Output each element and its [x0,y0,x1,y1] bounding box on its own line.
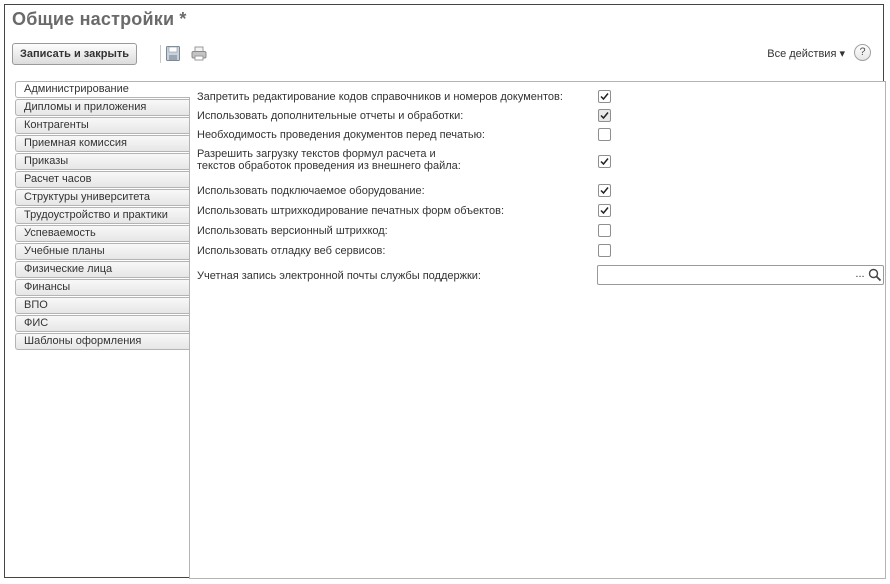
setting-label-barcoding: Использовать штрихкодирование печатных ф… [197,205,505,217]
help-icon[interactable]: ? [854,44,871,61]
setting-label-load-formulas-line1: Разрешить загрузку текстов формул расчет… [197,148,436,160]
tab-counterparties[interactable]: Контрагенты [15,117,189,134]
settings-tabs: Администрирование Дипломы и приложения К… [15,81,190,351]
checkbox-web-service-debug[interactable] [598,244,611,257]
save-disk-icon[interactable] [166,46,180,61]
checkbox-post-before-print[interactable] [598,128,611,141]
tab-diplomas[interactable]: Дипломы и приложения [15,99,189,116]
tab-finance[interactable]: Финансы [15,279,189,296]
checkbox-barcoding[interactable] [598,204,611,217]
checkbox-additional-reports[interactable] [598,109,611,122]
support-email-label: Учетная запись электронной почты службы … [197,270,481,282]
tab-fis[interactable]: ФИС [15,315,189,332]
page-title: Общие настройки * [12,9,187,29]
toolbar-separator [160,45,161,63]
administration-panel: Запретить редактирование кодов справочни… [189,81,886,579]
save-and-close-button[interactable]: Записать и закрыть [12,43,138,65]
select-ellipsis-button[interactable]: ... [853,266,867,284]
setting-label-post-before-print: Необходимость проведения документов пере… [197,129,485,141]
tab-vpo[interactable]: ВПО [15,297,189,314]
setting-label-additional-reports: Использовать дополнительные отчеты и обр… [197,110,464,122]
setting-label-connected-equipment: Использовать подключаемое оборудование: [197,185,425,197]
tab-administration[interactable]: Администрирование [15,81,190,98]
tab-admission-committee[interactable]: Приемная комиссия [15,135,189,152]
setting-label-forbid-code-edit: Запретить редактирование кодов справочни… [197,91,563,103]
settings-window: Общие настройки * Записать и закрыть Все… [4,4,886,579]
tab-hours-calculation[interactable]: Расчет часов [15,171,189,188]
all-actions-menu[interactable]: Все действия ▾ [767,47,845,60]
tab-employment-practice[interactable]: Трудоустройство и практики [15,207,189,224]
tab-templates[interactable]: Шаблоны оформления [15,333,189,350]
tab-performance[interactable]: Успеваемость [15,225,189,242]
support-email-input[interactable] [600,267,854,283]
checkbox-load-formulas[interactable] [598,155,611,168]
print-icon[interactable] [191,46,207,61]
tab-curricula[interactable]: Учебные планы [15,243,189,260]
setting-label-version-barcode: Использовать версионный штрихкод: [197,225,388,237]
tab-individuals[interactable]: Физические лица [15,261,189,278]
setting-label-load-formulas-line2: текстов обработок проведения из внешнего… [197,160,461,172]
toolbar: Записать и закрыть Все действия ▾ ? [9,43,879,67]
search-icon[interactable] [868,268,882,282]
checkbox-forbid-code-edit[interactable] [598,90,611,103]
tab-university-structures[interactable]: Структуры университета [15,189,189,206]
tab-orders[interactable]: Приказы [15,153,189,170]
checkbox-connected-equipment[interactable] [598,184,611,197]
checkbox-version-barcode[interactable] [598,224,611,237]
setting-label-web-service-debug: Использовать отладку веб сервисов: [197,245,386,257]
support-email-field: ... [597,265,884,285]
